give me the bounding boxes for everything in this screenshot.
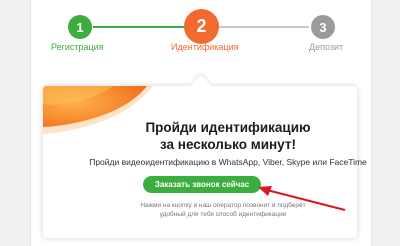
step-3-label: Депозит — [309, 42, 344, 52]
progress-stepper: 1 2 3 Регистрация Идентификация Депозит — [31, 0, 371, 70]
stepper-line-pending — [215, 26, 309, 28]
step-2-circle: 2 — [184, 9, 219, 44]
card-hint-line-1: Нажми на кнопку и наш оператор позвонит … — [140, 202, 306, 209]
card-hint-line-2: удобный для тебя способ идентификации — [159, 210, 287, 218]
stepper-line-completed — [93, 26, 189, 28]
card-title: Пройди идентификацию за несколько минут! — [83, 119, 373, 153]
step-3-circle: 3 — [311, 15, 335, 39]
step-1-label: Регистрация — [51, 42, 104, 52]
page-container: 1 2 3 Регистрация Идентификация Депозит — [30, 0, 372, 246]
card-pointer — [191, 75, 211, 95]
step-2-label: Идентификация — [171, 42, 239, 52]
card-title-line-1: Пройди идентификацию — [145, 120, 311, 135]
card-hint: Нажми на кнопку и наш оператор позвонит … — [123, 202, 323, 219]
order-call-button[interactable]: Заказать звонок сейчас — [143, 176, 261, 193]
card-subtitle: Пройди видеоидентификацию в WhatsApp, Vi… — [89, 157, 367, 167]
identification-card: Пройди идентификацию за несколько минут!… — [43, 75, 367, 238]
card-title-line-2: за несколько минут! — [160, 137, 296, 152]
step-1-circle: 1 — [68, 15, 92, 39]
